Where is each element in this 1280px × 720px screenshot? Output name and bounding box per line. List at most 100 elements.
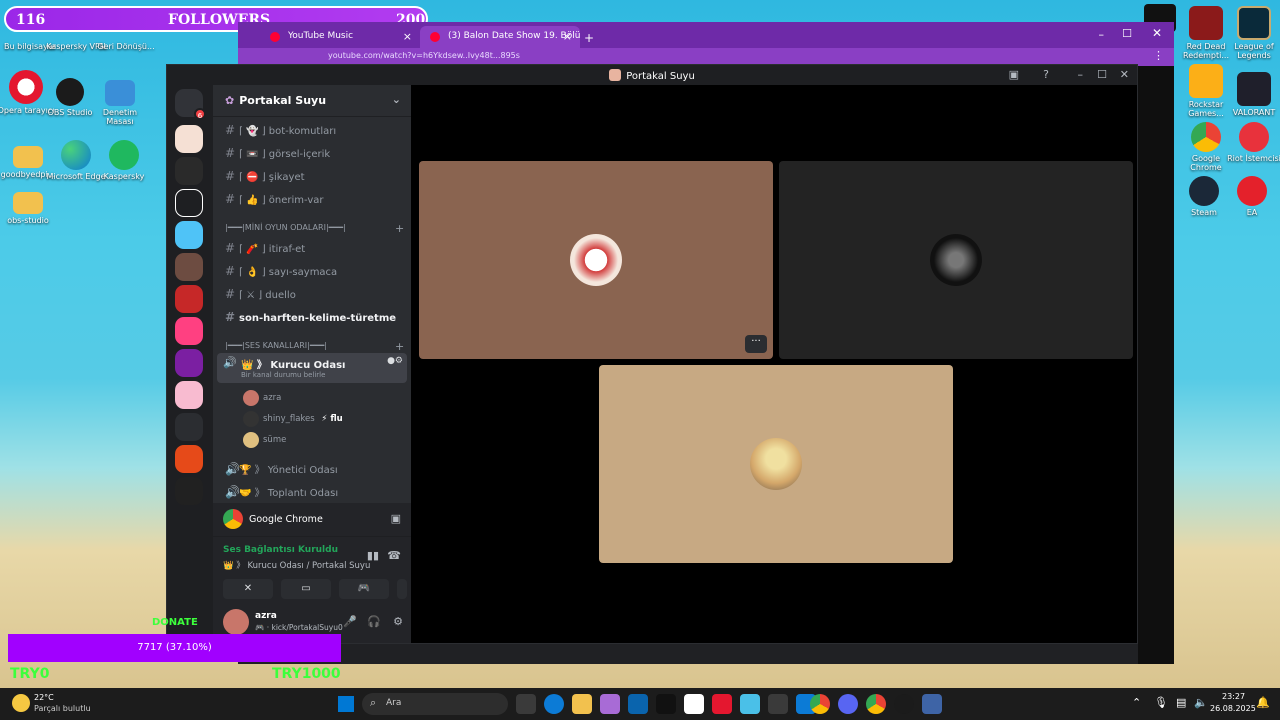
new-tab-button[interactable]: +	[578, 26, 602, 48]
video-tile-shiny-flakes[interactable]	[779, 161, 1133, 359]
channel-onerim-var[interactable]: # ⌈ 👍 ⌋ önerim-var	[225, 188, 405, 208]
voice-connected-status[interactable]: Ses Bağlantısı Kuruldu	[223, 545, 338, 555]
desktop-icon-kaspersky[interactable]: Kaspersky	[94, 140, 154, 181]
chrome-icon[interactable]	[810, 694, 830, 714]
close-icon[interactable]: ×	[563, 30, 572, 43]
amazon-icon[interactable]	[684, 694, 704, 714]
screen-share-icon[interactable]: ▣	[391, 512, 401, 525]
channel-sikayet[interactable]: # ⌈ ⛔ ⌋ şikayet	[225, 165, 405, 185]
server-icon-logo[interactable]	[175, 189, 203, 217]
voice-channel-toplanti[interactable]: 🔊🤝 》 Toplantı Odası	[225, 480, 405, 500]
channel-status-prompt[interactable]: Bir kanal durumu belirle	[241, 371, 325, 379]
chrome-profile-icon[interactable]	[866, 694, 886, 714]
clock-time[interactable]: 23:27	[1222, 692, 1245, 701]
close-icon[interactable]: ×	[403, 30, 412, 43]
desktop-icon-recycle-bin[interactable]: Geri Dönüşü...	[96, 40, 156, 51]
server-icon-diamond[interactable]	[175, 157, 203, 185]
clock-date[interactable]: 26.08.2025	[1210, 704, 1256, 713]
weather-icon[interactable]	[12, 694, 30, 712]
search-box[interactable]: ⌕ Ara	[362, 693, 508, 715]
settings-icon[interactable]: ⚙	[393, 615, 403, 628]
red-app-icon[interactable]	[712, 694, 732, 714]
desktop-icon-ea[interactable]: EA	[1222, 176, 1280, 217]
desktop-icon-lol[interactable]: League of Legends	[1224, 6, 1280, 60]
video-tile-sume[interactable]	[599, 365, 953, 563]
capcut-icon[interactable]	[656, 694, 676, 714]
channel-gorsel-icerik[interactable]: # ⌈ 📼 ⌋ görsel-içerik	[225, 142, 405, 162]
channel-sayi-saymaca[interactable]: # ⌈ 👌 ⌋ sayı-saymaca	[225, 260, 405, 280]
server-icon-colorful[interactable]	[175, 317, 203, 345]
microsoft-365-icon[interactable]	[740, 694, 760, 714]
desktop-icon-obs-studio-folder[interactable]: obs-studio	[0, 192, 58, 225]
edge-icon[interactable]	[544, 694, 564, 714]
more-options-icon[interactable]: ···	[745, 335, 767, 353]
volume-icon[interactable]: 🔈	[1194, 696, 1208, 709]
server-icon-brown[interactable]	[175, 253, 203, 281]
microphone-icon[interactable]: 🎙	[1154, 696, 1168, 709]
notifications-icon[interactable]: 🔔	[1256, 696, 1270, 709]
server-icon-dark[interactable]	[175, 477, 203, 505]
outlook-icon[interactable]	[628, 694, 648, 714]
minimize-icon[interactable]: –	[1078, 68, 1084, 81]
voice-channel-kurucu[interactable]: 🔊 👑 》 Kurucu Odası Bir kanal durumu beli…	[217, 353, 407, 383]
inbox-icon[interactable]: ▣	[1009, 68, 1019, 81]
server-icon-red[interactable]	[175, 285, 203, 313]
settings-app-icon[interactable]	[768, 694, 788, 714]
voice-user-sume[interactable]: süme	[243, 431, 286, 449]
channel-duello[interactable]: # ⌈ ⚔ ⌋ duello	[225, 283, 405, 303]
screen-share-button[interactable]: ▭	[281, 579, 331, 599]
video-tile-azra[interactable]: ···	[419, 161, 773, 359]
chat-settings-icons[interactable]: ●⚙	[387, 356, 403, 366]
add-channel-icon[interactable]: +	[395, 222, 404, 235]
add-channel-icon[interactable]: +	[395, 340, 404, 353]
avatar[interactable]	[223, 609, 249, 635]
camera-toggle-button[interactable]: ✕	[223, 579, 273, 599]
channel-son-harften[interactable]: # son-harften-kelime-türetme	[225, 306, 405, 326]
server-icon-orange[interactable]	[175, 445, 203, 473]
noise-suppression-icon[interactable]: ▮▮	[367, 549, 379, 562]
channel-bot-komutlari[interactable]: # ⌈ 👻 ⌋ bot-komutları	[225, 119, 405, 139]
desktop-icon-valorant[interactable]: VALORANT	[1224, 72, 1280, 117]
chevron-up-icon[interactable]: ⌃	[1132, 696, 1141, 709]
server-header[interactable]: ✿ Portakal Suyu ⌄	[213, 85, 411, 117]
desktop-icon-control-panel[interactable]: Denetim Masası	[90, 80, 150, 126]
category-ses-kanallari[interactable]: |━━━|SES KANALLARI|━━━| +	[225, 340, 404, 353]
server-icon-blue[interactable]	[175, 221, 203, 249]
activity-button[interactable]: 🎮	[339, 579, 389, 599]
headphones-icon[interactable]: 🎧	[367, 615, 381, 628]
server-icon-cat[interactable]	[175, 125, 203, 153]
obs-icon[interactable]	[894, 694, 914, 714]
microphone-icon[interactable]: 🎤	[343, 615, 357, 628]
voice-user-shiny-flakes[interactable]: shiny_flakes ⚡ flu	[243, 410, 343, 428]
weather-temp[interactable]: 22°C	[34, 693, 54, 702]
soundboard-button[interactable]	[397, 579, 407, 599]
maximize-icon[interactable]: ☐	[1097, 68, 1107, 81]
close-icon[interactable]: ✕	[1152, 26, 1162, 40]
chevron-down-icon[interactable]: ⌄	[392, 93, 401, 106]
server-icon-nf[interactable]	[175, 349, 203, 377]
server-icon-pixel[interactable]	[175, 413, 203, 441]
file-explorer-icon[interactable]	[572, 694, 592, 714]
close-icon[interactable]: ✕	[1120, 68, 1129, 81]
maximize-icon[interactable]: ☐	[1122, 27, 1132, 40]
weather-desc[interactable]: Parçalı bulutlu	[34, 704, 91, 713]
menu-icon[interactable]: ⋮	[1153, 49, 1164, 62]
voice-user-azra[interactable]: azra	[243, 389, 281, 407]
discord-home-icon[interactable]: 6	[175, 89, 206, 120]
copilot-icon[interactable]	[600, 694, 620, 714]
address-bar[interactable]: youtube.com/watch?v=h6Ykdsew..Ivy48t...8…	[328, 51, 520, 60]
vpn-icon[interactable]	[922, 694, 942, 714]
stream-preview[interactable]: Google Chrome ▣	[213, 503, 411, 537]
category-mini-oyun[interactable]: |━━━|MİNİ OYUN ODALARI|━━━| +	[225, 222, 404, 235]
task-view-icon[interactable]	[516, 694, 536, 714]
server-icon-pink[interactable]	[175, 381, 203, 409]
voice-channel-yonetici[interactable]: 🔊🏆 》 Yönetici Odası	[225, 457, 405, 477]
voice-connected-channel[interactable]: 👑 》 Kurucu Odası / Portakal Suyu	[223, 559, 370, 571]
minimize-icon[interactable]: –	[1099, 28, 1105, 41]
channel-itiraf-et[interactable]: # ⌈ 🧨 ⌋ itiraf-et	[225, 237, 405, 257]
network-icon[interactable]: ▤	[1176, 696, 1186, 709]
desktop-icon-riot[interactable]: Riot İstemcisi	[1224, 122, 1280, 163]
browser-tab-balon-date[interactable]: (3) Balon Date Show 19. Bölüm ×	[420, 26, 580, 48]
discord-icon[interactable]	[838, 694, 858, 714]
start-icon[interactable]	[338, 696, 354, 712]
